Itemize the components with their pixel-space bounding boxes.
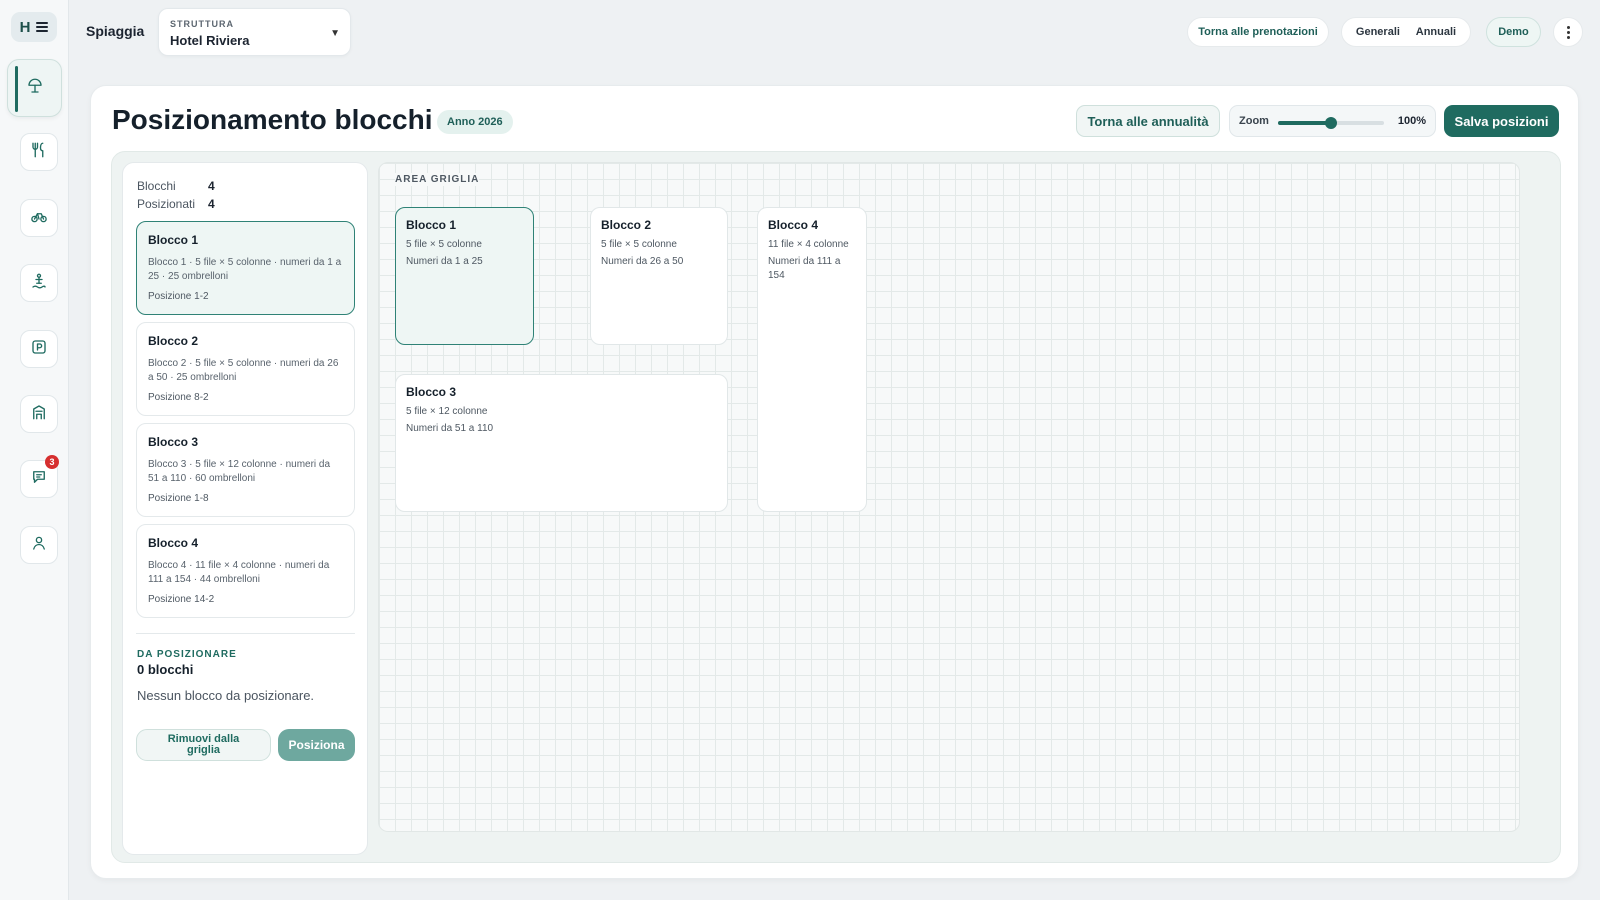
struttura-select[interactable]: STRUTTURA Hotel Riviera ▼: [158, 8, 351, 56]
page-title: Posizionamento blocchi: [112, 104, 433, 135]
menu-toggle-button[interactable]: H: [11, 12, 57, 42]
stat-label: Posizionati: [137, 197, 196, 211]
more-vertical-icon: [1566, 25, 1570, 39]
block-card-title: Blocco 4: [148, 536, 199, 550]
remove-from-grid-button[interactable]: Rimuovi dalla griglia: [136, 729, 271, 761]
grid-block-4[interactable]: Blocco 4 11 file × 4 colonne Numeri da 1…: [757, 207, 867, 512]
lifeguard-icon: [30, 272, 48, 295]
user-icon: [30, 534, 48, 557]
grid-block-title: Blocco 4: [768, 218, 819, 232]
side-rail: H 3: [0, 0, 69, 900]
block-card-title: Blocco 3: [148, 435, 199, 449]
struttura-label: STRUTTURA: [170, 19, 234, 29]
block-card-description: Blocco 1 · 5 file × 5 colonne · numeri d…: [148, 257, 342, 282]
block-card-position: Posizione 8-2: [148, 392, 209, 403]
to-place-label: DA POSIZIONARE: [137, 649, 237, 660]
grid-block-range: Numeri da 1 a 25: [406, 256, 483, 267]
back-to-annuality-button[interactable]: Torna alle annualità: [1076, 105, 1220, 137]
block-card-position: Posizione 1-2: [148, 291, 209, 302]
to-place-empty-message: Nessun blocco da posizionare.: [137, 688, 315, 703]
grid-block-range: Numeri da 26 a 50: [601, 256, 684, 267]
logo-letter: H: [19, 18, 31, 36]
grid-block-size: 5 file × 5 colonne: [406, 239, 482, 250]
block-card-3[interactable]: Blocco 3 Blocco 3 · 5 file × 12 colonne …: [136, 423, 355, 517]
workspace: Blocchi 4 Posizionati 4 Blocco 1 Blocco …: [111, 151, 1561, 863]
grid-block-range: Numeri da 111 a 154: [768, 256, 841, 281]
grid-block-size: 11 file × 4 colonne: [768, 239, 849, 250]
stat-label: Blocchi: [137, 179, 176, 193]
rail-item-restaurant[interactable]: [20, 133, 58, 171]
grid-block-title: Blocco 2: [601, 218, 652, 232]
zoom-label: Zoom: [1239, 115, 1269, 127]
hamburger-icon: [36, 22, 49, 32]
block-card-description: Blocco 2 · 5 file × 5 colonne · numeri d…: [148, 358, 339, 383]
block-card-title: Blocco 2: [148, 334, 199, 348]
block-card-4[interactable]: Blocco 4 Blocco 4 · 11 file × 4 colonne …: [136, 524, 355, 618]
block-card-description: Blocco 3 · 5 file × 12 colonne · numeri …: [148, 459, 331, 484]
notification-badge: 3: [45, 455, 59, 469]
place-block-button[interactable]: Posiziona: [278, 729, 355, 761]
block-card-1[interactable]: Blocco 1 Blocco 1 · 5 file × 5 colonne ·…: [136, 221, 355, 315]
block-card-description: Blocco 4 · 11 file × 4 colonne · numeri …: [148, 560, 330, 585]
view-segmented-control: Generali Annuali: [1341, 17, 1471, 47]
segment-annuali[interactable]: Annuali: [1416, 26, 1456, 38]
grid-area[interactable]: AREA GRIGLIA Blocco 1 5 file × 5 colonne…: [378, 162, 1520, 832]
restaurant-icon: [30, 141, 48, 164]
block-stats: Blocchi 4 Posizionati 4: [137, 177, 215, 213]
rail-item-lifeguard[interactable]: [20, 264, 58, 302]
main-card: Posizionamento blocchi Anno 2026 Torna a…: [90, 85, 1579, 879]
app-title: Spiaggia: [86, 23, 145, 39]
parking-icon: [30, 338, 48, 361]
storefront-icon: [30, 403, 48, 426]
zoom-control: Zoom 100%: [1229, 105, 1436, 137]
rail-item-parking[interactable]: [20, 330, 58, 368]
bike-icon: [30, 207, 48, 230]
blocks-panel: Blocchi 4 Posizionati 4 Blocco 1 Blocco …: [122, 162, 368, 855]
zoom-slider[interactable]: [1278, 117, 1384, 129]
back-to-bookings-button[interactable]: Torna alle prenotazioni: [1187, 17, 1329, 47]
beach-umbrella-icon: [26, 77, 44, 100]
segment-generali[interactable]: Generali: [1356, 26, 1400, 38]
rail-item-beach[interactable]: [7, 59, 62, 117]
zoom-value: 100%: [1397, 115, 1426, 127]
stat-value: 4: [208, 197, 215, 211]
more-options-button[interactable]: [1553, 17, 1583, 47]
block-card-title: Blocco 1: [148, 233, 199, 247]
to-place-count: 0 blocchi: [137, 662, 194, 677]
grid-block-title: Blocco 3: [406, 385, 457, 399]
year-chip: Anno 2026: [437, 110, 513, 134]
grid-block-size: 5 file × 5 colonne: [601, 239, 677, 250]
rail-item-messages[interactable]: 3: [20, 455, 59, 498]
panel-divider: [136, 633, 355, 634]
grid-block-1[interactable]: Blocco 1 5 file × 5 colonne Numeri da 1 …: [395, 207, 534, 345]
grid-block-size: 5 file × 12 colonne: [406, 406, 488, 417]
chevron-down-icon: ▼: [330, 28, 340, 39]
save-positions-button[interactable]: Salva posizioni: [1444, 105, 1559, 137]
rail-item-profile[interactable]: [20, 526, 58, 564]
stat-value: 4: [208, 179, 215, 193]
zoom-slider-handle[interactable]: [1325, 117, 1337, 129]
block-card-2[interactable]: Blocco 2 Blocco 2 · 5 file × 5 colonne ·…: [136, 322, 355, 416]
chat-icon: [30, 468, 48, 491]
grid-block-range: Numeri da 51 a 110: [406, 423, 494, 434]
grid-block-2[interactable]: Blocco 2 5 file × 5 colonne Numeri da 26…: [590, 207, 728, 345]
rail-item-bike[interactable]: [20, 199, 58, 237]
block-card-position: Posizione 1-8: [148, 493, 209, 504]
grid-block-3[interactable]: Blocco 3 5 file × 12 colonne Numeri da 5…: [395, 374, 728, 512]
top-bar: Spiaggia STRUTTURA Hotel Riviera ▼ Torna…: [69, 0, 1600, 64]
grid-block-title: Blocco 1: [406, 218, 457, 232]
grid-area-label: AREA GRIGLIA: [395, 173, 480, 186]
demo-button[interactable]: Demo: [1486, 17, 1541, 47]
struttura-value: Hotel Riviera: [170, 33, 250, 48]
zoom-slider-fill: [1278, 121, 1331, 125]
rail-item-store[interactable]: [20, 395, 58, 433]
block-card-position: Posizione 14-2: [148, 594, 215, 605]
